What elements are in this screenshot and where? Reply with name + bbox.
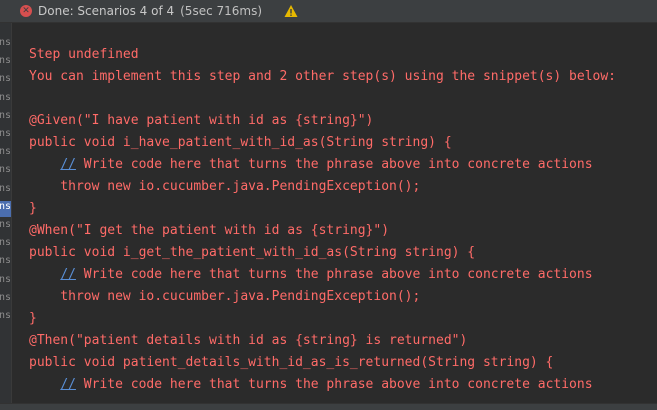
gutter-row: ns (0, 291, 11, 303)
gutter-row: ns (0, 146, 11, 158)
gutter-row: ns (0, 273, 11, 285)
console-output[interactable]: Step undefined You can implement this ste… (12, 23, 657, 403)
gutter-row: ns (0, 109, 11, 121)
x-circle-icon: ✕ (20, 5, 32, 17)
console-line: public void i_have_patient_with_id_as(St… (29, 135, 452, 150)
console-line: // Write code here that turns the phrase… (60, 157, 593, 172)
console-line: You can implement this step and 2 other … (29, 69, 616, 84)
gutter-row: ns (0, 200, 11, 217)
run-console-window: ✕ Done: Scenarios 4 of 4 (5sec 716ms) ns… (0, 0, 657, 410)
gutter-row: ns (0, 219, 11, 230)
gutter-row: ns (0, 91, 11, 103)
status-duration: (5sec 716ms) (180, 4, 263, 18)
gutter-row: ns (0, 128, 11, 139)
status-text: Done: Scenarios 4 of 4 (38, 4, 175, 18)
console-gutter: ns ns ns ns ns ns ns ns ns ns ns ns ns ns ns ns (0, 23, 12, 403)
console-line: Step undefined (29, 47, 139, 62)
console-line: @When("I get the patient with id as {str… (29, 223, 390, 238)
gutter-row: ns (0, 55, 11, 67)
console-line: } (29, 311, 37, 326)
gutter-row: ns (0, 73, 11, 85)
console-line: public void i_get_the_patient_with_id_as… (29, 245, 476, 260)
warning-triangle-icon[interactable] (284, 4, 298, 18)
gutter-row: ns (0, 164, 11, 176)
console-line: throw new io.cucumber.java.PendingExcept… (29, 289, 421, 304)
bottom-tool-bar (0, 403, 657, 410)
console-line: // Write code here that turns the phrase… (60, 377, 593, 392)
gutter-row: ns (0, 255, 11, 267)
gutter-row: ns (0, 237, 11, 249)
console-line: throw new io.cucumber.java.PendingExcept… (29, 179, 421, 194)
console-line: @Then("patient details with id as {strin… (29, 333, 468, 348)
console-line: } (29, 201, 37, 216)
console-line: @Given("I have patient with id as {strin… (29, 113, 374, 128)
run-status-bar: ✕ Done: Scenarios 4 of 4 (5sec 716ms) (0, 0, 657, 23)
console-line: public void patient_details_with_id_as_i… (29, 355, 554, 370)
gutter-row: ns (0, 37, 11, 48)
console-line: // Write code here that turns the phrase… (60, 267, 593, 282)
gutter-row: ns (0, 310, 11, 321)
gutter-row: ns (0, 182, 11, 194)
